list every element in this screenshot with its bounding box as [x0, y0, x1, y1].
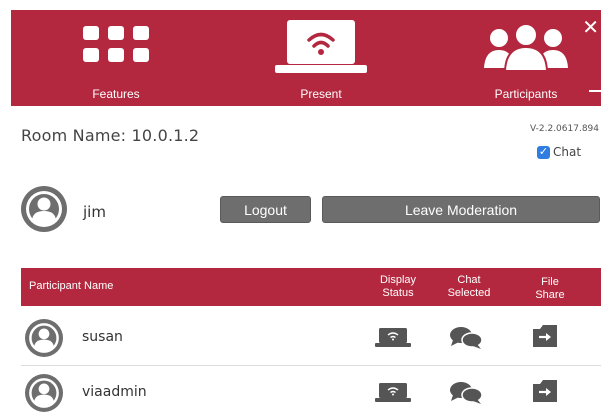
column-header-file-share: File Share	[535, 276, 565, 301]
column-header-display-status: Display Status	[379, 274, 417, 299]
user-avatar	[21, 186, 67, 237]
participant-row: susan	[21, 311, 601, 366]
present-label: Present	[300, 87, 342, 101]
participant-name: viaadmin	[82, 384, 147, 400]
avatar	[25, 319, 63, 362]
current-user-name: jim	[83, 203, 106, 221]
display-status-icon[interactable]	[375, 328, 411, 353]
present-button[interactable]: Present	[275, 10, 367, 106]
logout-button[interactable]: Logout	[220, 196, 311, 223]
features-button[interactable]: Features	[71, 10, 161, 106]
grid-icon	[81, 24, 151, 77]
features-label: Features	[92, 87, 140, 101]
participant-name: susan	[82, 329, 123, 345]
file-share-icon[interactable]	[531, 378, 559, 409]
room-name: Room Name: 10.0.1.2	[21, 126, 200, 145]
participant-row: viaadmin	[21, 366, 601, 420]
close-icon[interactable]: ✕	[582, 18, 599, 38]
chat-checkbox[interactable]: ✓ Chat	[537, 145, 581, 159]
display-status-icon[interactable]	[375, 383, 411, 408]
top-toolbar: Features Present Participants ✕	[11, 10, 601, 106]
people-group-icon	[483, 22, 569, 77]
chat-bubbles-icon[interactable]	[449, 381, 483, 410]
participant-table-header: Participant Name Display Status Chat Sel…	[21, 268, 601, 306]
participants-label: Participants	[494, 87, 558, 101]
chat-bubbles-icon[interactable]	[449, 326, 483, 355]
column-header-chat-selected: Chat Selected	[447, 274, 491, 299]
column-header-name: Participant Name	[29, 280, 114, 292]
participants-button[interactable]: Participants	[471, 10, 581, 106]
checkmark-icon: ✓	[537, 145, 550, 159]
minimize-icon[interactable]	[589, 90, 601, 92]
version-label: V-2.2.0617.894	[530, 124, 599, 134]
file-share-icon[interactable]	[531, 323, 559, 354]
chat-checkbox-label: Chat	[553, 145, 582, 159]
leave-moderation-button[interactable]: Leave Moderation	[322, 196, 600, 223]
laptop-wifi-icon	[275, 18, 367, 81]
